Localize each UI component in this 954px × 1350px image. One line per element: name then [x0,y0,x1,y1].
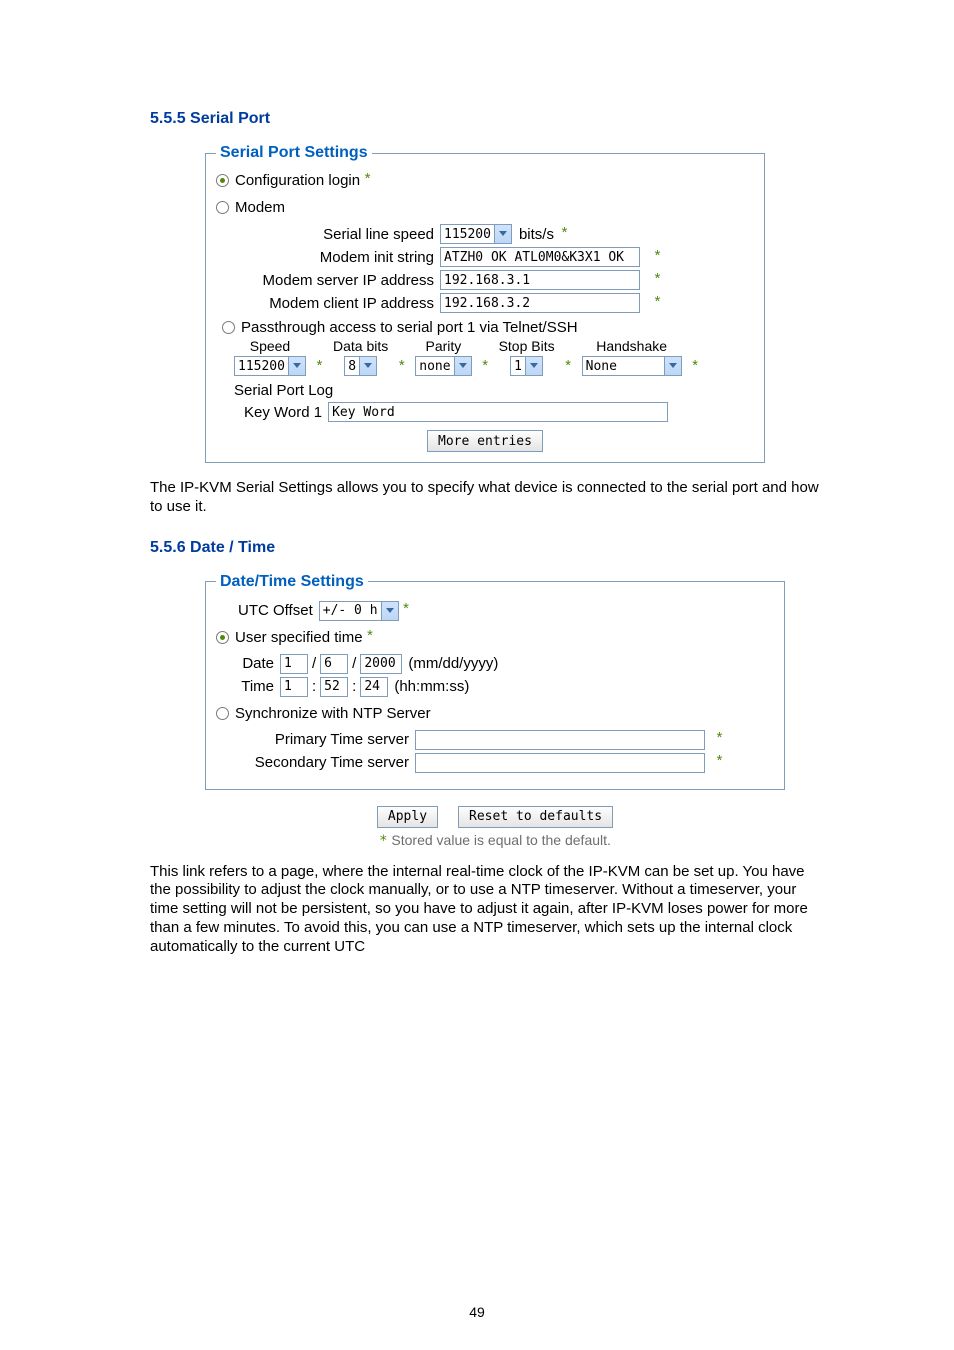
modem-client-ip-label: Modem client IP address [234,295,440,312]
passthrough-option[interactable]: Passthrough access to serial port 1 via … [222,319,754,336]
apply-button[interactable]: Apply [377,806,438,828]
radio-modem[interactable] [216,201,229,214]
chevron-down-icon[interactable] [494,225,511,243]
ntp-label: Synchronize with NTP Server [235,705,431,722]
pass-parity-select[interactable]: none [415,356,471,376]
colon: : [348,678,360,695]
star-icon: * [564,359,573,376]
serial-line-speed-label: Serial line speed [234,226,440,243]
modem-init-string-label: Modem init string [234,249,440,266]
modem-label: Modem [235,199,285,216]
star-icon: * [402,602,411,619]
modem-server-ip-label: Modem server IP address [234,272,440,289]
star-icon: * [715,754,724,771]
utc-offset-select[interactable]: +/- 0 h [319,601,399,621]
passthrough-label: Passthrough access to serial port 1 via … [241,319,578,336]
pass-speed-head: Speed [250,338,290,354]
star-icon: * [363,172,372,189]
more-entries-button[interactable]: More entries [427,430,543,452]
serial-port-fieldset: Serial Port Settings Configuration login… [205,144,765,463]
pass-databits-select[interactable]: 8 [344,356,377,376]
keyword1-label: Key Word 1 [244,404,328,421]
modem-client-ip-input[interactable]: 192.168.3.2 [440,293,640,313]
star-icon: * [366,629,375,646]
date-dd-input[interactable]: 6 [320,654,348,674]
time-hh-input[interactable]: 1 [280,677,308,697]
reset-defaults-button[interactable]: Reset to defaults [458,806,613,828]
chevron-down-icon[interactable] [454,357,471,375]
radio-user-time[interactable] [216,631,229,644]
chevron-down-icon[interactable] [288,357,305,375]
chevron-down-icon[interactable] [525,357,542,375]
footnote: * Stored value is equal to the default. [205,832,785,849]
date-mm-input[interactable]: 1 [280,654,308,674]
slash: / [348,655,360,672]
star-icon: * [653,295,662,312]
config-login-option[interactable]: Configuration login * [216,172,754,189]
utc-offset-label: UTC Offset [238,602,313,619]
modem-option[interactable]: Modem [216,199,754,216]
serial-line-speed-unit: bits/s [519,226,554,243]
primary-time-server-label: Primary Time server [234,731,415,748]
primary-time-server-input[interactable] [415,730,705,750]
date-time-heading: 5.5.6 Date / Time [150,539,826,557]
user-time-option[interactable]: User specified time * [216,629,774,646]
pass-handshake-select[interactable]: None [582,356,682,376]
serial-port-legend: Serial Port Settings [216,144,372,162]
star-icon: * [315,359,324,376]
modem-init-string-input[interactable]: ATZH0 OK ATL0M0&K3X1 OK [440,247,640,267]
radio-config-login[interactable] [216,174,229,187]
pass-speed-select[interactable]: 115200 [234,356,306,376]
date-time-legend: Date/Time Settings [216,573,368,591]
star-icon: * [691,359,700,376]
star-icon: * [653,272,662,289]
date-hint: (mm/dd/yyyy) [408,655,498,672]
serial-paragraph: The IP-KVM Serial Settings allows you to… [150,479,826,517]
time-ss-input[interactable]: 24 [360,677,388,697]
slash: / [308,655,320,672]
pass-stopbits-select[interactable]: 1 [510,356,543,376]
radio-passthrough[interactable] [222,321,235,334]
pass-parity-head: Parity [426,338,462,354]
modem-server-ip-input[interactable]: 192.168.3.1 [440,270,640,290]
serial-port-log-label: Serial Port Log [234,382,754,399]
date-yyyy-input[interactable]: 2000 [360,654,402,674]
serial-port-heading: 5.5.5 Serial Port [150,110,826,128]
star-icon: * [715,731,724,748]
star-icon: * [397,359,406,376]
datetime-paragraph: This link refers to a page, where the in… [150,863,826,957]
star-icon: * [560,226,569,243]
secondary-time-server-input[interactable] [415,753,705,773]
chevron-down-icon[interactable] [664,357,681,375]
pass-handshake-head: Handshake [596,338,667,354]
colon: : [308,678,320,695]
time-mm-input[interactable]: 52 [320,677,348,697]
radio-ntp[interactable] [216,707,229,720]
pass-databits-head: Data bits [333,338,388,354]
ntp-option[interactable]: Synchronize with NTP Server [216,705,774,722]
star-icon: * [653,249,662,266]
date-time-fieldset: Date/Time Settings UTC Offset +/- 0 h * … [205,573,785,790]
time-label: Time [234,678,280,695]
date-label: Date [234,655,280,672]
secondary-time-server-label: Secondary Time server [234,754,415,771]
user-time-label: User specified time [235,629,363,646]
serial-line-speed-select[interactable]: 115200 [440,224,512,244]
keyword1-input[interactable]: Key Word [328,402,668,422]
page-number: 49 [0,1304,954,1320]
star-icon: * [481,359,490,376]
chevron-down-icon[interactable] [381,602,398,620]
time-hint: (hh:mm:ss) [394,678,469,695]
config-login-label: Configuration login [235,172,360,189]
pass-stopbits-head: Stop Bits [499,338,555,354]
chevron-down-icon[interactable] [359,357,376,375]
